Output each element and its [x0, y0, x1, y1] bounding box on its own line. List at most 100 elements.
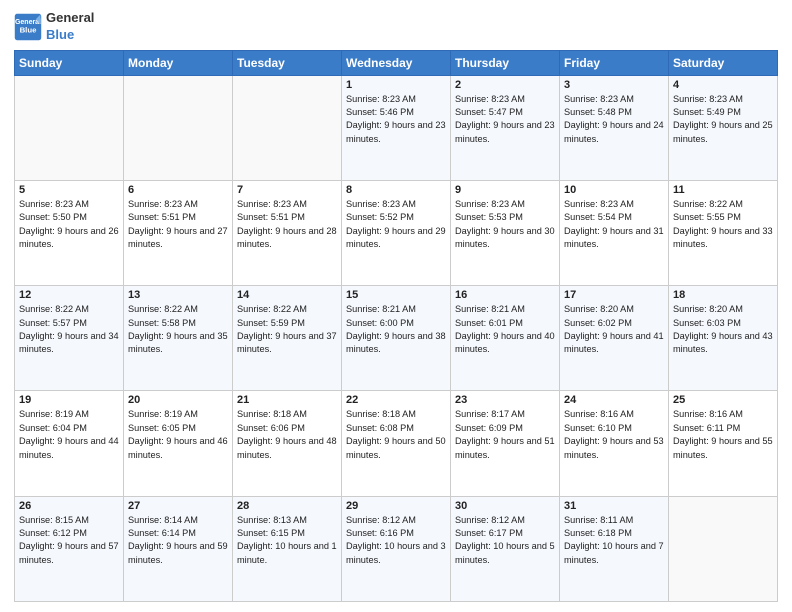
day-number: 5	[19, 184, 119, 196]
cell-info: Sunrise: 8:23 AMSunset: 5:49 PMDaylight:…	[673, 93, 773, 146]
day-number: 16	[455, 289, 555, 301]
calendar-cell: 5Sunrise: 8:23 AMSunset: 5:50 PMDaylight…	[15, 181, 124, 286]
cell-info: Sunrise: 8:23 AMSunset: 5:48 PMDaylight:…	[564, 93, 664, 146]
day-number: 2	[455, 79, 555, 91]
calendar-cell: 13 Sunrise: 8:22 AMSunset: 5:58 PMDayligh…	[124, 286, 233, 391]
calendar-cell: 27 Sunrise: 8:14 AMSunset: 6:14 PMDayligh…	[124, 496, 233, 601]
cell-info: Sunrise: 8:14 AMSunset: 6:14 PMDaylight:…	[128, 514, 228, 567]
day-number: 31	[564, 500, 664, 512]
calendar-table: SundayMondayTuesdayWednesdayThursdayFrid…	[14, 50, 778, 602]
cell-info: Sunrise: 8:13 AMSunset: 6:15 PMDaylight:…	[237, 514, 337, 567]
day-number: 18	[673, 289, 773, 301]
calendar-cell: 2 Sunrise: 8:23 AMSunset: 5:47 PMDaylight…	[451, 75, 560, 180]
cell-info: Sunrise: 8:23 AMSunset: 5:52 PMDaylight:…	[346, 198, 446, 251]
calendar-cell: 30 Sunrise: 8:12 AMSunset: 6:17 PMDayligh…	[451, 496, 560, 601]
cell-info: Sunrise: 8:23 AMSunset: 5:53 PMDaylight:…	[455, 198, 555, 251]
cell-info: Sunrise: 8:22 AMSunset: 5:59 PMDaylight:…	[237, 303, 337, 356]
week-row-2: 5Sunrise: 8:23 AMSunset: 5:50 PMDaylight…	[15, 181, 778, 286]
cell-info: Sunrise: 8:23 AMSunset: 5:51 PMDaylight:…	[237, 198, 337, 251]
calendar-cell: 26Sunrise: 8:15 AMSunset: 6:12 PMDayligh…	[15, 496, 124, 601]
day-number: 13	[128, 289, 228, 301]
top-section: General Blue General Blue	[14, 10, 778, 44]
calendar-cell: 6 Sunrise: 8:23 AMSunset: 5:51 PMDaylight…	[124, 181, 233, 286]
week-row-1: 1Sunrise: 8:23 AMSunset: 5:46 PMDaylight…	[15, 75, 778, 180]
calendar-cell: 23 Sunrise: 8:17 AMSunset: 6:09 PMDayligh…	[451, 391, 560, 496]
weekday-header-wednesday: Wednesday	[342, 50, 451, 75]
cell-info: Sunrise: 8:23 AMSunset: 5:47 PMDaylight:…	[455, 93, 555, 146]
day-number: 30	[455, 500, 555, 512]
calendar-cell: 16 Sunrise: 8:21 AMSunset: 6:01 PMDayligh…	[451, 286, 560, 391]
logo-text-blue: Blue	[46, 27, 94, 44]
cell-info: Sunrise: 8:19 AMSunset: 6:04 PMDaylight:…	[19, 408, 119, 461]
calendar-cell: 1Sunrise: 8:23 AMSunset: 5:46 PMDaylight…	[342, 75, 451, 180]
week-row-4: 19 Sunrise: 8:19 AMSunset: 6:04 PMDayligh…	[15, 391, 778, 496]
cell-info: Sunrise: 8:21 AMSunset: 6:01 PMDaylight:…	[455, 303, 555, 356]
day-number: 23	[455, 394, 555, 406]
calendar-cell: 21 Sunrise: 8:18 AMSunset: 6:06 PMDayligh…	[233, 391, 342, 496]
calendar-cell	[124, 75, 233, 180]
cell-info: Sunrise: 8:20 AMSunset: 6:02 PMDaylight:…	[564, 303, 664, 356]
weekday-header-friday: Friday	[560, 50, 669, 75]
day-number: 9	[455, 184, 555, 196]
calendar-cell: 18 Sunrise: 8:20 AMSunset: 6:03 PMDayligh…	[669, 286, 778, 391]
calendar-cell: 20Sunrise: 8:19 AMSunset: 6:05 PMDayligh…	[124, 391, 233, 496]
day-number: 6	[128, 184, 228, 196]
day-number: 27	[128, 500, 228, 512]
calendar-page: General Blue General Blue SundayMondayTu…	[0, 0, 792, 612]
day-number: 24	[564, 394, 664, 406]
weekday-header-row: SundayMondayTuesdayWednesdayThursdayFrid…	[15, 50, 778, 75]
cell-info: Sunrise: 8:16 AMSunset: 6:11 PMDaylight:…	[673, 408, 773, 461]
cell-info: Sunrise: 8:17 AMSunset: 6:09 PMDaylight:…	[455, 408, 555, 461]
cell-info: Sunrise: 8:22 AMSunset: 5:55 PMDaylight:…	[673, 198, 773, 251]
calendar-cell: 4 Sunrise: 8:23 AMSunset: 5:49 PMDaylight…	[669, 75, 778, 180]
weekday-header-tuesday: Tuesday	[233, 50, 342, 75]
week-row-3: 12 Sunrise: 8:22 AMSunset: 5:57 PMDayligh…	[15, 286, 778, 391]
weekday-header-thursday: Thursday	[451, 50, 560, 75]
cell-info: Sunrise: 8:12 AMSunset: 6:16 PMDaylight:…	[346, 514, 446, 567]
cell-info: Sunrise: 8:18 AMSunset: 6:08 PMDaylight:…	[346, 408, 446, 461]
day-number: 19	[19, 394, 119, 406]
calendar-cell: 19 Sunrise: 8:19 AMSunset: 6:04 PMDayligh…	[15, 391, 124, 496]
cell-info: Sunrise: 8:12 AMSunset: 6:17 PMDaylight:…	[455, 514, 555, 567]
day-number: 11	[673, 184, 773, 196]
cell-info: Sunrise: 8:18 AMSunset: 6:06 PMDaylight:…	[237, 408, 337, 461]
svg-text:Blue: Blue	[20, 25, 38, 34]
logo-icon: General Blue	[14, 13, 42, 41]
calendar-cell: 7 Sunrise: 8:23 AMSunset: 5:51 PMDaylight…	[233, 181, 342, 286]
day-number: 25	[673, 394, 773, 406]
calendar-cell: 15Sunrise: 8:21 AMSunset: 6:00 PMDayligh…	[342, 286, 451, 391]
calendar-cell: 3 Sunrise: 8:23 AMSunset: 5:48 PMDaylight…	[560, 75, 669, 180]
calendar-cell: 31Sunrise: 8:11 AMSunset: 6:18 PMDayligh…	[560, 496, 669, 601]
day-number: 28	[237, 500, 337, 512]
cell-info: Sunrise: 8:23 AMSunset: 5:46 PMDaylight:…	[346, 93, 446, 146]
day-number: 21	[237, 394, 337, 406]
cell-info: Sunrise: 8:19 AMSunset: 6:05 PMDaylight:…	[128, 408, 228, 461]
logo: General Blue General Blue	[14, 10, 94, 44]
cell-info: Sunrise: 8:16 AMSunset: 6:10 PMDaylight:…	[564, 408, 664, 461]
weekday-header-monday: Monday	[124, 50, 233, 75]
calendar-cell: 10Sunrise: 8:23 AMSunset: 5:54 PMDayligh…	[560, 181, 669, 286]
cell-info: Sunrise: 8:22 AMSunset: 5:57 PMDaylight:…	[19, 303, 119, 356]
day-number: 3	[564, 79, 664, 91]
cell-info: Sunrise: 8:23 AMSunset: 5:51 PMDaylight:…	[128, 198, 228, 251]
calendar-cell: 17Sunrise: 8:20 AMSunset: 6:02 PMDayligh…	[560, 286, 669, 391]
calendar-cell: 25 Sunrise: 8:16 AMSunset: 6:11 PMDayligh…	[669, 391, 778, 496]
day-number: 14	[237, 289, 337, 301]
day-number: 15	[346, 289, 446, 301]
cell-info: Sunrise: 8:22 AMSunset: 5:58 PMDaylight:…	[128, 303, 228, 356]
calendar-cell: 12 Sunrise: 8:22 AMSunset: 5:57 PMDayligh…	[15, 286, 124, 391]
day-number: 29	[346, 500, 446, 512]
day-number: 12	[19, 289, 119, 301]
calendar-cell: 22 Sunrise: 8:18 AMSunset: 6:08 PMDayligh…	[342, 391, 451, 496]
calendar-cell: 28 Sunrise: 8:13 AMSunset: 6:15 PMDayligh…	[233, 496, 342, 601]
calendar-cell	[669, 496, 778, 601]
calendar-cell	[15, 75, 124, 180]
day-number: 4	[673, 79, 773, 91]
cell-info: Sunrise: 8:20 AMSunset: 6:03 PMDaylight:…	[673, 303, 773, 356]
day-number: 7	[237, 184, 337, 196]
calendar-cell	[233, 75, 342, 180]
calendar-cell: 24 Sunrise: 8:16 AMSunset: 6:10 PMDayligh…	[560, 391, 669, 496]
day-number: 10	[564, 184, 664, 196]
calendar-cell: 9 Sunrise: 8:23 AMSunset: 5:53 PMDaylight…	[451, 181, 560, 286]
day-number: 22	[346, 394, 446, 406]
